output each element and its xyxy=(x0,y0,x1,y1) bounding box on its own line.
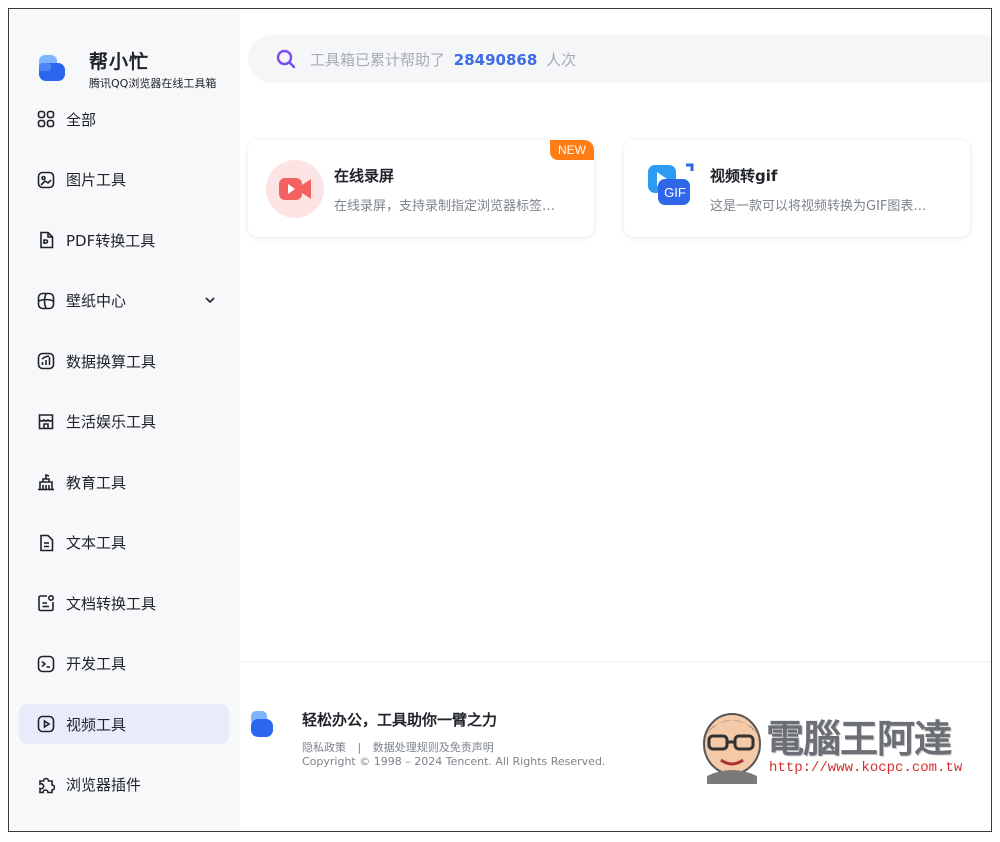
mascot-icon xyxy=(703,713,761,784)
copyright: Copyright © 1998 – 2024 Tencent. All Rig… xyxy=(302,755,606,768)
sidebar-item-label: 浏览器插件 xyxy=(66,776,142,794)
sidebar-item-video-tools[interactable]: 视频工具 xyxy=(19,704,229,744)
brand[interactable]: 帮小忙 腾讯QQ浏览器在线工具箱 xyxy=(37,45,237,95)
sidebar-item-all[interactable]: 全部 xyxy=(19,99,229,139)
sidebar-item-label: 数据换算工具 xyxy=(66,352,157,371)
card-description: 在线录屏，支持录制指定浏览器标签… xyxy=(334,199,556,214)
sidebar-item-label: 全部 xyxy=(66,110,97,129)
app-logo xyxy=(39,55,65,81)
video-to-gif-icon: GIF xyxy=(642,160,700,218)
search-placeholder: 工具箱已累计帮助了 28490868 人次 xyxy=(310,49,576,70)
sidebar-item-label: 视频工具 xyxy=(66,715,127,734)
sidebar-item-label: 生活娱乐工具 xyxy=(66,413,157,431)
puzzle-icon xyxy=(37,776,55,794)
image-icon xyxy=(37,171,55,189)
data-rules-link[interactable]: 数据处理规则及免责声明 xyxy=(373,741,494,754)
watermark-title: 電腦王阿達 xyxy=(766,717,952,761)
footer-divider xyxy=(240,661,991,662)
sidebar-item-wallpaper[interactable]: 壁纸中心 xyxy=(19,281,229,321)
new-badge: NEW xyxy=(550,140,594,160)
sidebar-item-label: PDF转换工具 xyxy=(66,231,156,250)
text-doc-icon xyxy=(37,534,55,552)
search-suffix: 人次 xyxy=(546,51,577,69)
watermark: 電腦王阿達 http://www.kocpc.com.tw xyxy=(699,704,974,784)
footer-separator: | xyxy=(357,741,362,754)
privacy-policy-link[interactable]: 隐私政策 xyxy=(302,741,346,754)
sidebar-nav: 全部 图片工具 PDF转换工具 壁纸中心 数据换算工具 生活娱乐工具 教育工具 … xyxy=(19,99,229,825)
footer-logo xyxy=(251,711,273,737)
wallpaper-icon xyxy=(37,292,55,310)
tool-card-screen-record[interactable]: 在线录屏 在线录屏，支持录制指定浏览器标签… NEW xyxy=(248,140,594,237)
gif-icon-label: GIF xyxy=(664,185,686,200)
doc-convert-icon xyxy=(37,594,55,612)
tool-card-video-to-gif[interactable]: GIF 视频转gif 这是一款可以将视频转换为GIF图表… xyxy=(624,140,970,237)
video-icon xyxy=(37,715,55,733)
sidebar-item-label: 开发工具 xyxy=(66,655,127,673)
watermark-url: http://www.kocpc.com.tw xyxy=(769,760,963,776)
brand-name: 帮小忙 xyxy=(89,51,150,73)
school-icon xyxy=(37,473,55,491)
search-icon xyxy=(276,49,296,69)
sidebar-item-data-conversion[interactable]: 数据换算工具 xyxy=(19,341,229,381)
sidebar-item-education[interactable]: 教育工具 xyxy=(19,462,229,502)
sidebar-item-label: 文档转换工具 xyxy=(66,594,157,613)
sidebar-item-text-tools[interactable]: 文本工具 xyxy=(19,523,229,563)
screen-record-icon xyxy=(266,160,324,218)
sidebar-item-pdf-tools[interactable]: PDF转换工具 xyxy=(19,220,229,260)
pdf-icon xyxy=(37,231,55,249)
search-prefix: 工具箱已累计帮助了 xyxy=(310,51,446,69)
shop-icon xyxy=(37,413,55,431)
sidebar-item-label: 图片工具 xyxy=(66,171,127,189)
chart-icon xyxy=(37,352,55,370)
sidebar: 帮小忙 腾讯QQ浏览器在线工具箱 全部 图片工具 PDF转换工具 壁纸中心 数据… xyxy=(9,9,240,831)
grid-icon xyxy=(37,110,55,128)
sidebar-item-label: 文本工具 xyxy=(66,534,127,552)
help-count: 28490868 xyxy=(453,51,538,69)
sidebar-item-document-conversion[interactable]: 文档转换工具 xyxy=(19,583,229,623)
footer-slogan: 轻松办公，工具助你一臂之力 xyxy=(302,711,498,729)
card-title: 在线录屏 xyxy=(334,167,395,185)
card-description: 这是一款可以将视频转换为GIF图表… xyxy=(710,199,927,214)
brand-subtitle: 腾讯QQ浏览器在线工具箱 xyxy=(89,77,217,90)
sidebar-item-image-tools[interactable]: 图片工具 xyxy=(19,160,229,200)
card-title: 视频转gif xyxy=(710,167,778,185)
search-bar[interactable]: 工具箱已累计帮助了 28490868 人次 xyxy=(248,35,991,83)
terminal-icon xyxy=(37,655,55,673)
sidebar-item-browser-plugins[interactable]: 浏览器插件 xyxy=(19,765,229,805)
sidebar-item-dev-tools[interactable]: 开发工具 xyxy=(19,644,229,684)
sidebar-item-label: 教育工具 xyxy=(66,473,127,492)
footer-links: 隐私政策 | 数据处理规则及免责声明 xyxy=(302,739,494,755)
sidebar-item-life-entertainment[interactable]: 生活娱乐工具 xyxy=(19,402,229,442)
sidebar-item-label: 壁纸中心 xyxy=(66,292,127,310)
app-window: 帮小忙 腾讯QQ浏览器在线工具箱 全部 图片工具 PDF转换工具 壁纸中心 数据… xyxy=(8,8,992,832)
chevron-down-icon[interactable] xyxy=(203,293,217,307)
